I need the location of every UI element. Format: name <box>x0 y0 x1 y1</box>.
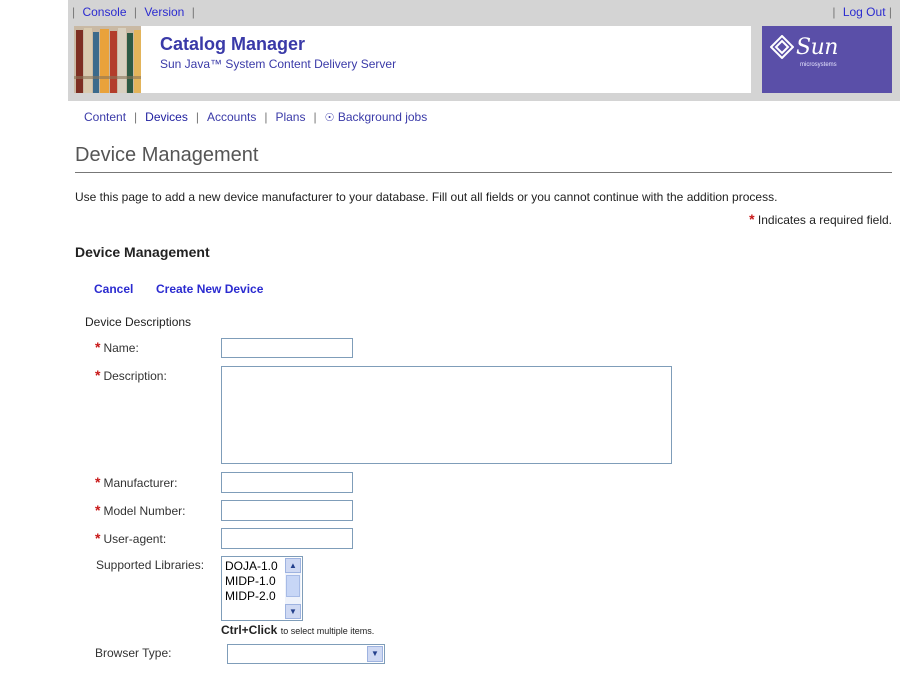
required-star: * <box>95 502 101 518</box>
manufacturer-label: * Manufacturer: <box>95 474 178 490</box>
sun-logo-text: Sun <box>796 35 838 60</box>
logout-link[interactable]: Log Out <box>843 5 886 19</box>
masthead: | Console | Version | | Log Out | Catalo… <box>68 0 900 101</box>
required-note: * Indicates a required field. <box>749 211 892 227</box>
description-label-text: Description: <box>103 369 167 383</box>
description-field[interactable] <box>221 366 672 464</box>
user-agent-field[interactable] <box>221 528 353 549</box>
browser-type-label: Browser Type: <box>95 646 172 660</box>
tab-plans[interactable]: Plans <box>275 110 305 124</box>
separator: | <box>888 5 892 19</box>
main-tabs: Content | Devices | Accounts | Plans | ☉ Backgro… <box>84 110 428 124</box>
version-link[interactable]: Version <box>144 5 184 19</box>
browser-type-select[interactable]: ▼ <box>227 644 385 664</box>
required-star: * <box>749 211 755 227</box>
required-note-text: Indicates a required field. <box>757 213 892 227</box>
sun-diamond-icon <box>770 35 794 59</box>
user-agent-label: * User-agent: <box>95 530 166 546</box>
separator: | <box>133 5 137 19</box>
product-banner: Catalog Manager Sun Java™ System Content… <box>74 26 751 93</box>
model-number-field[interactable] <box>221 500 353 521</box>
app-subtitle: Sun Java™ System Content Delivery Server <box>160 57 397 71</box>
list-item[interactable]: MIDP-2.0 <box>225 589 276 603</box>
app-title: Catalog Manager <box>160 34 306 54</box>
chevron-down-icon[interactable]: ▼ <box>367 646 383 662</box>
list-item[interactable]: MIDP-1.0 <box>225 574 276 588</box>
list-item[interactable]: DOJA-1.0 <box>225 559 278 573</box>
tab-accounts[interactable]: Accounts <box>207 110 256 124</box>
multi-select-hint-text: to select multiple items. <box>280 626 375 636</box>
required-star: * <box>95 367 101 383</box>
name-field[interactable] <box>221 338 353 358</box>
required-star: * <box>95 339 101 355</box>
user-agent-label-text: User-agent: <box>103 532 167 546</box>
manufacturer-field[interactable] <box>221 472 353 493</box>
multi-select-hint: Ctrl+Click to select multiple items. <box>221 623 374 637</box>
supported-libraries-list[interactable]: DOJA-1.0 MIDP-1.0 MIDP-2.0 ▲ ▼ <box>221 556 303 621</box>
manufacturer-label-text: Manufacturer: <box>103 476 178 490</box>
ctrl-click-text: Ctrl+Click <box>221 623 278 637</box>
tab-devices[interactable]: Devices <box>145 110 188 124</box>
sun-logo-sub: microsystems <box>800 62 837 68</box>
model-number-label: * Model Number: <box>95 502 185 518</box>
scroll-thumb[interactable] <box>286 575 300 597</box>
list-scrollbar[interactable]: ▲ ▼ <box>285 558 301 619</box>
utility-bar-right: | Log Out | <box>832 5 892 19</box>
title-divider <box>75 172 892 173</box>
model-number-label-text: Model Number: <box>103 504 186 518</box>
required-star: * <box>95 530 101 546</box>
supported-libraries-label: Supported Libraries: <box>96 558 205 572</box>
description-label: * Description: <box>95 367 167 383</box>
globe-icon: ☉ <box>324 112 335 124</box>
name-label: * Name: <box>95 339 139 355</box>
scroll-down-icon[interactable]: ▼ <box>285 604 301 619</box>
books-image <box>74 26 141 93</box>
section-title: Device Management <box>75 244 210 260</box>
required-star: * <box>95 474 101 490</box>
tab-content[interactable]: Content <box>84 110 126 124</box>
subsection-title: Device Descriptions <box>85 315 192 329</box>
separator: | <box>191 5 195 19</box>
name-label-text: Name: <box>103 341 139 355</box>
utility-bar-left: | Console | Version | <box>72 5 195 19</box>
tab-background-jobs-label: Background jobs <box>337 110 428 124</box>
console-link[interactable]: Console <box>82 5 126 19</box>
scroll-up-icon[interactable]: ▲ <box>285 558 301 573</box>
create-new-device-button[interactable]: Create New Device <box>156 282 263 296</box>
sun-logo: Sun microsystems <box>762 26 892 93</box>
tab-background-jobs[interactable]: ☉ Background jobs <box>325 110 428 124</box>
cancel-button[interactable]: Cancel <box>94 282 133 296</box>
separator: | <box>832 5 836 19</box>
separator: | <box>72 5 76 19</box>
page-title: Device Management <box>75 144 259 166</box>
help-text: Use this page to add a new device manufa… <box>75 190 778 204</box>
